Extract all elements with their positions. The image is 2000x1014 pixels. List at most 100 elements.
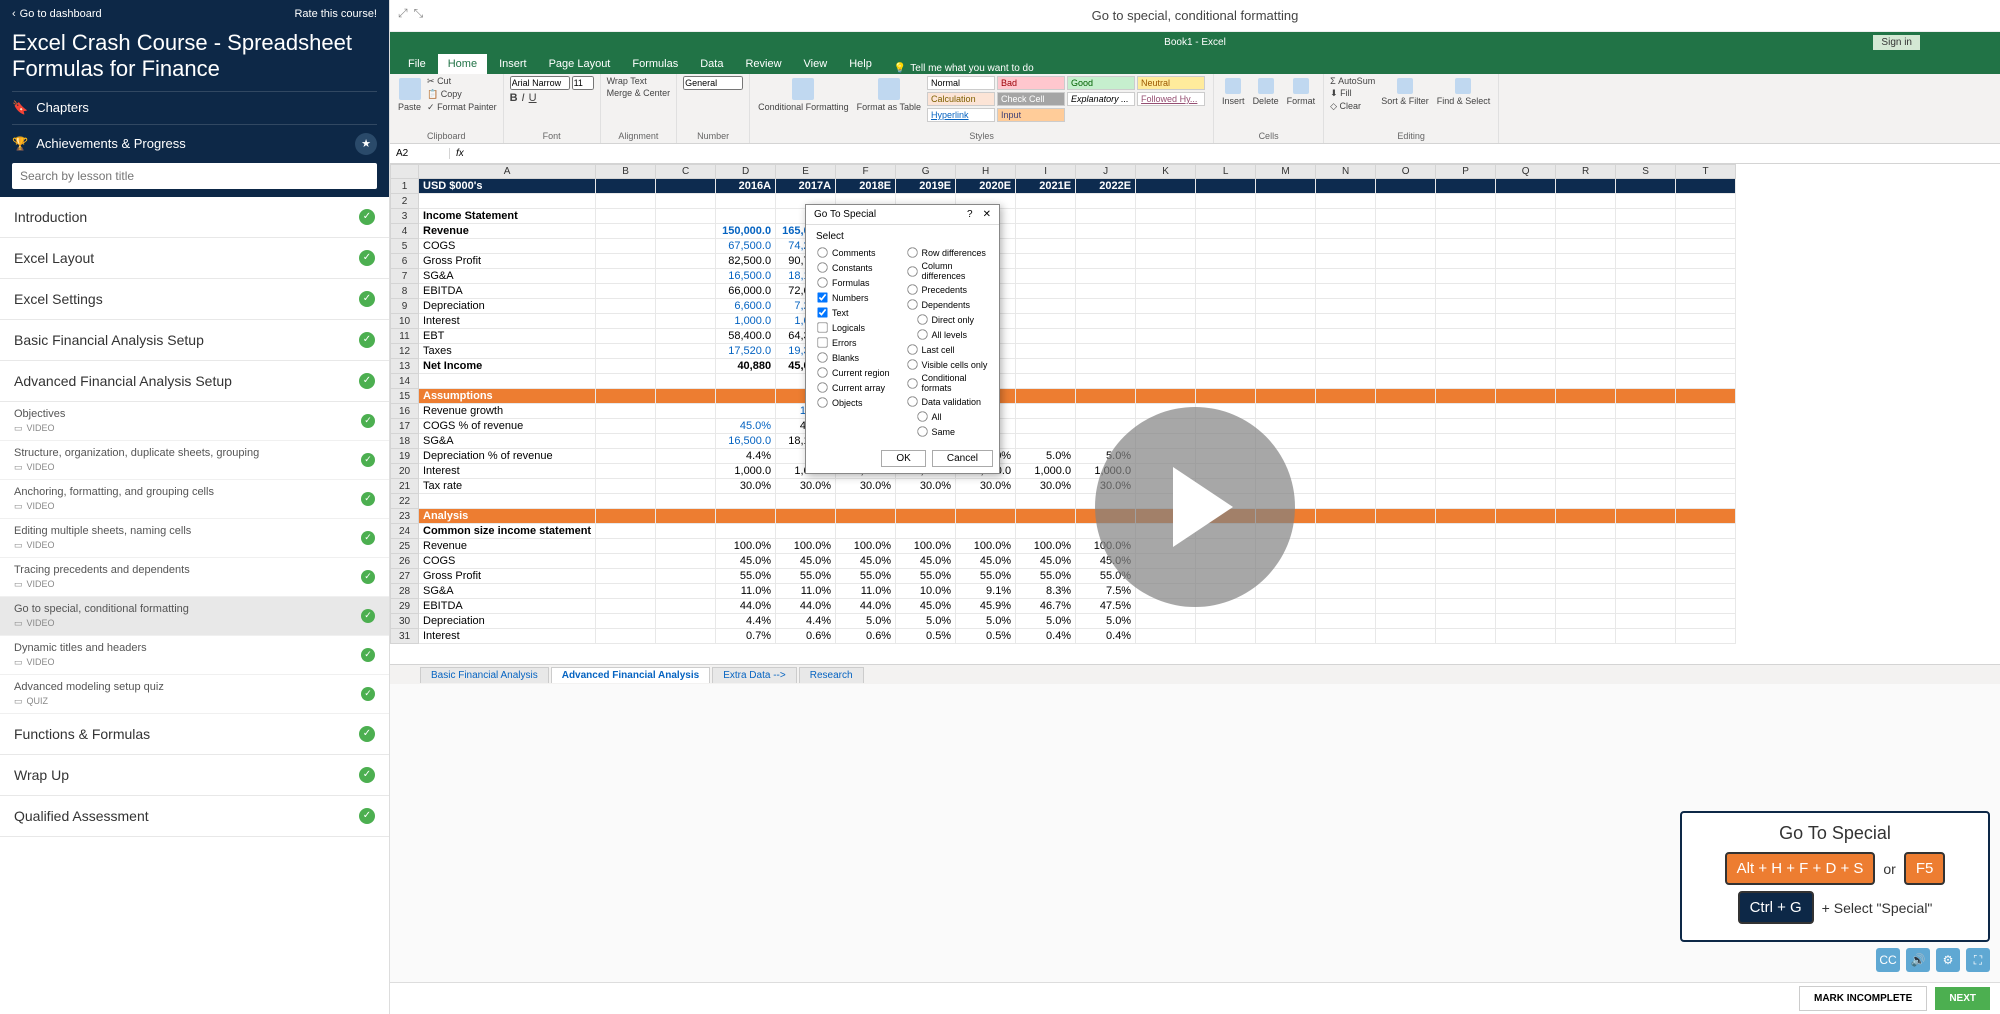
cell[interactable] bbox=[596, 179, 656, 194]
cell[interactable] bbox=[1616, 179, 1676, 194]
cell[interactable] bbox=[1616, 389, 1676, 404]
cell[interactable] bbox=[836, 524, 896, 539]
cell[interactable] bbox=[1436, 194, 1496, 209]
cell[interactable] bbox=[1016, 269, 1076, 284]
cell[interactable] bbox=[1016, 419, 1076, 434]
cell[interactable] bbox=[1676, 419, 1736, 434]
cell[interactable] bbox=[716, 509, 776, 524]
cell[interactable]: 44.0% bbox=[716, 599, 776, 614]
cell[interactable]: 44.0% bbox=[776, 599, 836, 614]
cell[interactable] bbox=[1076, 389, 1136, 404]
cell[interactable]: 82,500.0 bbox=[716, 254, 776, 269]
cell[interactable] bbox=[1616, 614, 1676, 629]
chapter-item[interactable]: Introduction✓ bbox=[0, 197, 389, 238]
cell[interactable] bbox=[1556, 419, 1616, 434]
font-name-select[interactable] bbox=[510, 76, 570, 90]
cell[interactable] bbox=[1496, 329, 1556, 344]
cell[interactable] bbox=[596, 344, 656, 359]
cell[interactable] bbox=[1076, 284, 1136, 299]
cell[interactable] bbox=[596, 194, 656, 209]
row-header[interactable]: 11 bbox=[391, 329, 419, 344]
cell[interactable]: 44.0% bbox=[836, 599, 896, 614]
row-header[interactable]: 30 bbox=[391, 614, 419, 629]
cell[interactable] bbox=[1256, 584, 1316, 599]
cell[interactable] bbox=[1496, 464, 1556, 479]
cell[interactable]: 100.0% bbox=[716, 539, 776, 554]
cell[interactable] bbox=[656, 494, 716, 509]
cell[interactable] bbox=[896, 494, 956, 509]
italic-button[interactable]: I bbox=[522, 92, 525, 104]
sheet-tab[interactable]: Advanced Financial Analysis bbox=[551, 667, 710, 683]
cell[interactable] bbox=[1616, 569, 1676, 584]
cell[interactable] bbox=[1556, 224, 1616, 239]
cell[interactable]: 55.0% bbox=[956, 569, 1016, 584]
cell[interactable] bbox=[656, 389, 716, 404]
cell[interactable] bbox=[1616, 599, 1676, 614]
cell[interactable] bbox=[1676, 359, 1736, 374]
cell[interactable] bbox=[1496, 539, 1556, 554]
cell[interactable] bbox=[1436, 344, 1496, 359]
row-header[interactable]: 12 bbox=[391, 344, 419, 359]
radio-option[interactable]: Formulas bbox=[816, 276, 900, 289]
cell[interactable] bbox=[776, 509, 836, 524]
cell-style-option[interactable]: Neutral bbox=[1137, 76, 1205, 90]
cell[interactable]: 17,520.0 bbox=[716, 344, 776, 359]
radio-option[interactable]: All bbox=[906, 410, 990, 423]
column-header[interactable]: K bbox=[1136, 165, 1196, 179]
cell[interactable] bbox=[1436, 524, 1496, 539]
cell[interactable] bbox=[1616, 299, 1676, 314]
cell[interactable] bbox=[1496, 614, 1556, 629]
cell[interactable] bbox=[1556, 569, 1616, 584]
sign-in-button[interactable]: Sign in bbox=[1873, 35, 1920, 50]
row-header[interactable]: 17 bbox=[391, 419, 419, 434]
cell[interactable] bbox=[1316, 194, 1376, 209]
cell[interactable]: 45.0% bbox=[716, 419, 776, 434]
column-header[interactable]: M bbox=[1256, 165, 1316, 179]
cell[interactable] bbox=[1616, 509, 1676, 524]
cell[interactable] bbox=[596, 314, 656, 329]
cell[interactable] bbox=[1556, 374, 1616, 389]
cell[interactable] bbox=[716, 404, 776, 419]
cell[interactable] bbox=[1016, 284, 1076, 299]
cell[interactable]: 55.0% bbox=[716, 569, 776, 584]
column-header[interactable]: J bbox=[1076, 165, 1136, 179]
cell-style-option[interactable]: Explanatory ... bbox=[1067, 92, 1135, 106]
cell[interactable] bbox=[596, 509, 656, 524]
cell[interactable]: 2018E bbox=[836, 179, 896, 194]
cell[interactable] bbox=[1076, 194, 1136, 209]
cell[interactable] bbox=[1556, 479, 1616, 494]
cell[interactable] bbox=[1676, 179, 1736, 194]
cell[interactable]: 2020E bbox=[956, 179, 1016, 194]
cell[interactable] bbox=[1256, 329, 1316, 344]
cell[interactable] bbox=[1316, 344, 1376, 359]
cell[interactable] bbox=[1496, 374, 1556, 389]
cell[interactable] bbox=[1616, 494, 1676, 509]
cell[interactable] bbox=[1616, 224, 1676, 239]
cell[interactable]: 0.4% bbox=[1076, 629, 1136, 644]
cell[interactable] bbox=[419, 194, 596, 209]
cell[interactable]: 45.0% bbox=[896, 599, 956, 614]
cell[interactable] bbox=[1316, 419, 1376, 434]
cell[interactable] bbox=[596, 269, 656, 284]
row-header[interactable]: 4 bbox=[391, 224, 419, 239]
cell[interactable] bbox=[1496, 359, 1556, 374]
cell[interactable]: 45.0% bbox=[836, 554, 896, 569]
cell[interactable] bbox=[716, 524, 776, 539]
cancel-button[interactable]: Cancel bbox=[932, 450, 993, 467]
cell[interactable] bbox=[1076, 239, 1136, 254]
cell[interactable] bbox=[1076, 254, 1136, 269]
cell[interactable] bbox=[1256, 179, 1316, 194]
cell[interactable] bbox=[1316, 539, 1376, 554]
cell[interactable] bbox=[1496, 554, 1556, 569]
cell[interactable] bbox=[596, 239, 656, 254]
cell[interactable] bbox=[656, 359, 716, 374]
name-box[interactable]: A2 bbox=[390, 148, 450, 159]
cell[interactable] bbox=[1616, 284, 1676, 299]
cell[interactable] bbox=[1556, 314, 1616, 329]
cell[interactable] bbox=[1016, 299, 1076, 314]
cell[interactable] bbox=[1376, 404, 1436, 419]
cell[interactable]: 7.5% bbox=[1076, 584, 1136, 599]
cell[interactable]: Analysis bbox=[419, 509, 596, 524]
cell[interactable] bbox=[1676, 209, 1736, 224]
tell-me-search[interactable]: 💡 Tell me what you want to do bbox=[894, 63, 1034, 74]
